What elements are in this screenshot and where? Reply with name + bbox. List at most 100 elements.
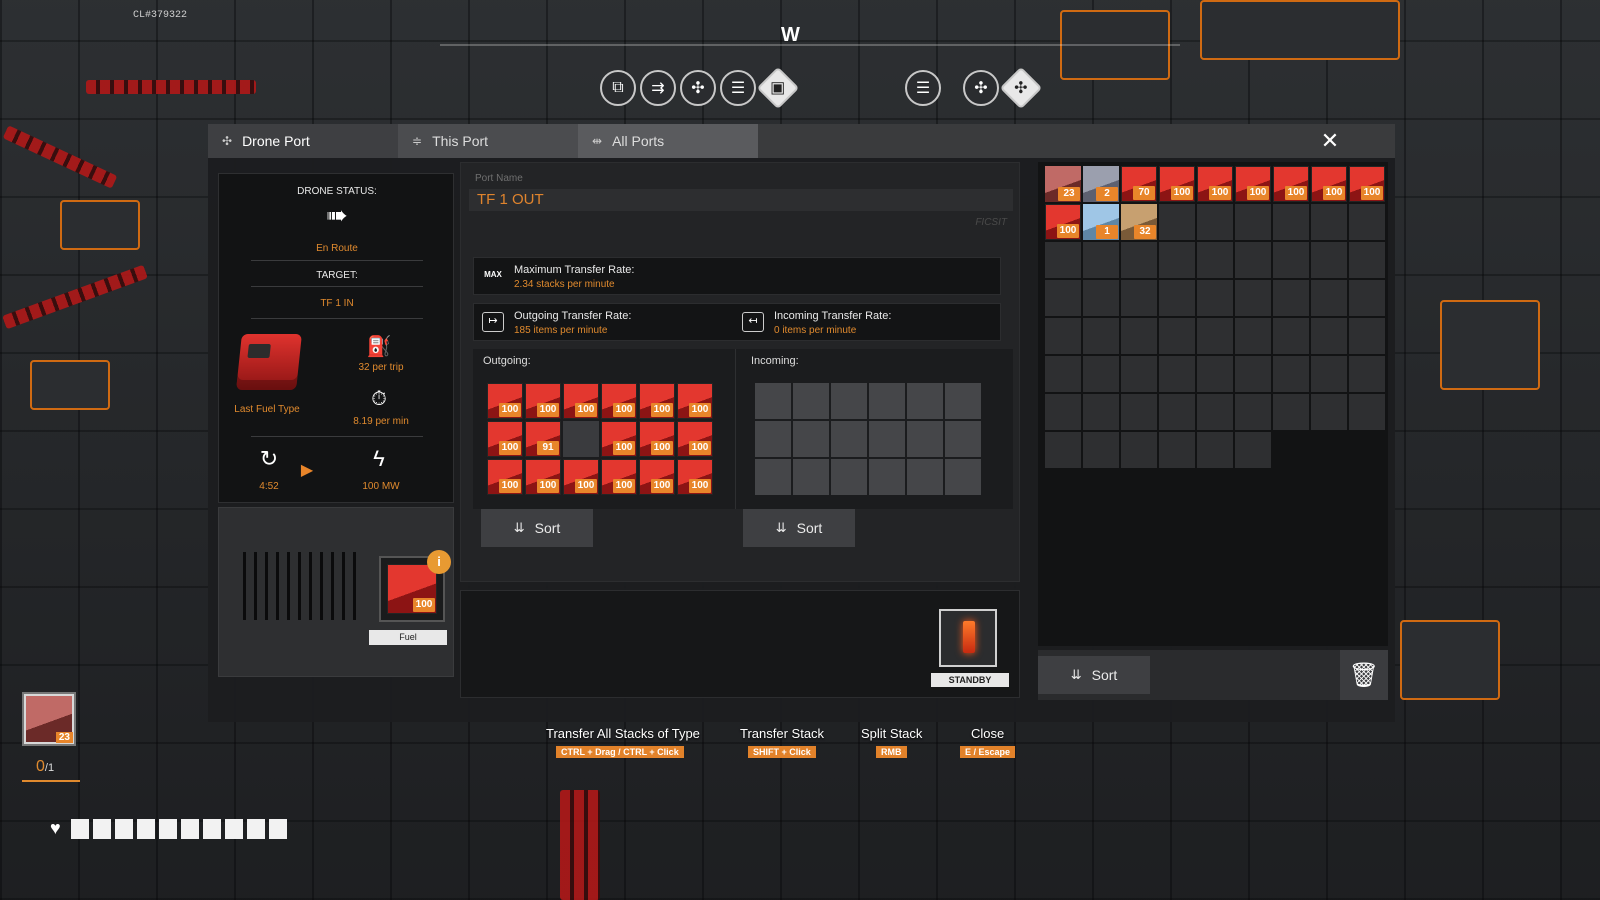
- inventory-slot[interactable]: [1045, 356, 1081, 392]
- standby-switch[interactable]: [939, 609, 997, 667]
- incoming-slot[interactable]: [755, 459, 791, 495]
- inventory-slot[interactable]: [1045, 432, 1081, 468]
- inventory-slot[interactable]: [1159, 394, 1195, 430]
- outgoing-slot[interactable]: 100: [639, 383, 675, 419]
- tab-all-ports[interactable]: ⇹ All Ports: [578, 124, 758, 158]
- incoming-slot[interactable]: [793, 459, 829, 495]
- incoming-slot[interactable]: [945, 459, 981, 495]
- inventory-slot[interactable]: 100: [1235, 166, 1271, 202]
- incoming-slot[interactable]: [831, 421, 867, 457]
- outgoing-slot[interactable]: 100: [601, 383, 637, 419]
- inventory-slot[interactable]: 100: [1159, 166, 1195, 202]
- inventory-slot[interactable]: [1273, 318, 1309, 354]
- outgoing-slot[interactable]: 100: [677, 383, 713, 419]
- inventory-slot[interactable]: [1045, 318, 1081, 354]
- conveyor-icon[interactable]: ⧉: [600, 70, 636, 106]
- inventory-slot[interactable]: [1159, 432, 1195, 468]
- incoming-slot[interactable]: [869, 459, 905, 495]
- inventory-slot[interactable]: [1311, 356, 1347, 392]
- inventory-slot[interactable]: [1311, 318, 1347, 354]
- port-name-field[interactable]: TF 1 OUT: [469, 189, 1013, 211]
- incoming-sort-button[interactable]: ⇊ Sort: [743, 509, 855, 547]
- trash-icon[interactable]: 🗑: [1340, 650, 1388, 700]
- inventory-slot[interactable]: [1235, 432, 1271, 468]
- inventory-slot[interactable]: 100: [1311, 166, 1347, 202]
- incoming-slot[interactable]: [793, 421, 829, 457]
- inventory-slot[interactable]: [1349, 242, 1385, 278]
- outgoing-slot[interactable]: 100: [563, 459, 599, 495]
- inventory-slot[interactable]: [1273, 280, 1309, 316]
- splitter-icon[interactable]: ⇉: [640, 70, 676, 106]
- inventory-slot[interactable]: [1197, 356, 1233, 392]
- outgoing-slot[interactable]: 91: [525, 421, 561, 457]
- incoming-slot[interactable]: [907, 421, 943, 457]
- inventory-slot[interactable]: [1311, 394, 1347, 430]
- inventory-slot[interactable]: [1311, 204, 1347, 240]
- inventory-slot[interactable]: [1273, 394, 1309, 430]
- incoming-slot[interactable]: [869, 383, 905, 419]
- inventory-slot[interactable]: [1083, 432, 1119, 468]
- inventory-slot[interactable]: [1083, 242, 1119, 278]
- inventory-slot[interactable]: 100: [1273, 166, 1309, 202]
- outgoing-sort-button[interactable]: ⇊ Sort: [481, 509, 593, 547]
- inventory-slot[interactable]: [1121, 318, 1157, 354]
- inventory-slot[interactable]: [1197, 432, 1233, 468]
- transfer-icon[interactable]: ✣: [999, 66, 1043, 110]
- outgoing-slot[interactable]: 100: [525, 459, 561, 495]
- info-icon[interactable]: i: [427, 550, 451, 574]
- inventory-slot[interactable]: [1083, 318, 1119, 354]
- inventory-slot[interactable]: [1273, 242, 1309, 278]
- incoming-slot[interactable]: [869, 421, 905, 457]
- incoming-slot[interactable]: [945, 383, 981, 419]
- inventory-slot[interactable]: [1121, 242, 1157, 278]
- inventory-slot[interactable]: 23: [1045, 166, 1081, 202]
- inventory-slot[interactable]: [1349, 204, 1385, 240]
- incoming-slot[interactable]: [793, 383, 829, 419]
- inventory-slot[interactable]: [1197, 394, 1233, 430]
- inventory-slot[interactable]: [1235, 356, 1271, 392]
- inventory-slot[interactable]: [1197, 318, 1233, 354]
- inventory-slot[interactable]: [1197, 242, 1233, 278]
- inventory-slot[interactable]: [1159, 204, 1195, 240]
- inventory-slot[interactable]: [1159, 280, 1195, 316]
- inventory-slot[interactable]: [1349, 356, 1385, 392]
- outgoing-slot[interactable]: 100: [487, 383, 523, 419]
- inventory-slot[interactable]: [1311, 280, 1347, 316]
- close-button[interactable]: ✕: [1315, 126, 1345, 156]
- inventory-slot[interactable]: [1235, 318, 1271, 354]
- incoming-slot[interactable]: [755, 383, 791, 419]
- outgoing-slot[interactable]: 100: [639, 459, 675, 495]
- incoming-slot[interactable]: [831, 459, 867, 495]
- drone-port-icon[interactable]: ✣: [963, 70, 999, 106]
- tab-drone-port[interactable]: ✣ Drone Port: [208, 124, 398, 158]
- inventory-slot[interactable]: [1159, 356, 1195, 392]
- inventory-slot[interactable]: [1121, 432, 1157, 468]
- inventory-slot[interactable]: [1083, 356, 1119, 392]
- inventory-slot[interactable]: [1045, 242, 1081, 278]
- outgoing-slot[interactable]: 100: [487, 421, 523, 457]
- inventory-slot[interactable]: [1235, 280, 1271, 316]
- incoming-slot[interactable]: [907, 459, 943, 495]
- inventory-slot[interactable]: [1121, 356, 1157, 392]
- inventory-slot[interactable]: [1083, 394, 1119, 430]
- storage-icon[interactable]: ☰: [905, 70, 941, 106]
- outgoing-slot[interactable]: 100: [601, 459, 637, 495]
- inventory-slot[interactable]: 32: [1121, 204, 1157, 240]
- storage-icon[interactable]: ☰: [720, 70, 756, 106]
- inventory-slot[interactable]: [1045, 394, 1081, 430]
- inventory-slot[interactable]: [1045, 280, 1081, 316]
- inventory-slot[interactable]: 1: [1083, 204, 1119, 240]
- inventory-sort-button[interactable]: ⇊ Sort: [1038, 656, 1150, 694]
- fuel-item[interactable]: 100: [387, 564, 437, 614]
- inventory-slot[interactable]: 2: [1083, 166, 1119, 202]
- inventory-slot[interactable]: [1083, 280, 1119, 316]
- inventory-slot[interactable]: [1159, 318, 1195, 354]
- drone-port-icon[interactable]: ✣: [680, 70, 716, 106]
- incoming-slot[interactable]: [945, 421, 981, 457]
- outgoing-slot[interactable]: 100: [525, 383, 561, 419]
- outgoing-slot[interactable]: 100: [677, 421, 713, 457]
- inventory-slot[interactable]: [1121, 394, 1157, 430]
- inventory-slot[interactable]: [1349, 394, 1385, 430]
- inventory-slot[interactable]: [1121, 280, 1157, 316]
- outgoing-slot[interactable]: 100: [563, 383, 599, 419]
